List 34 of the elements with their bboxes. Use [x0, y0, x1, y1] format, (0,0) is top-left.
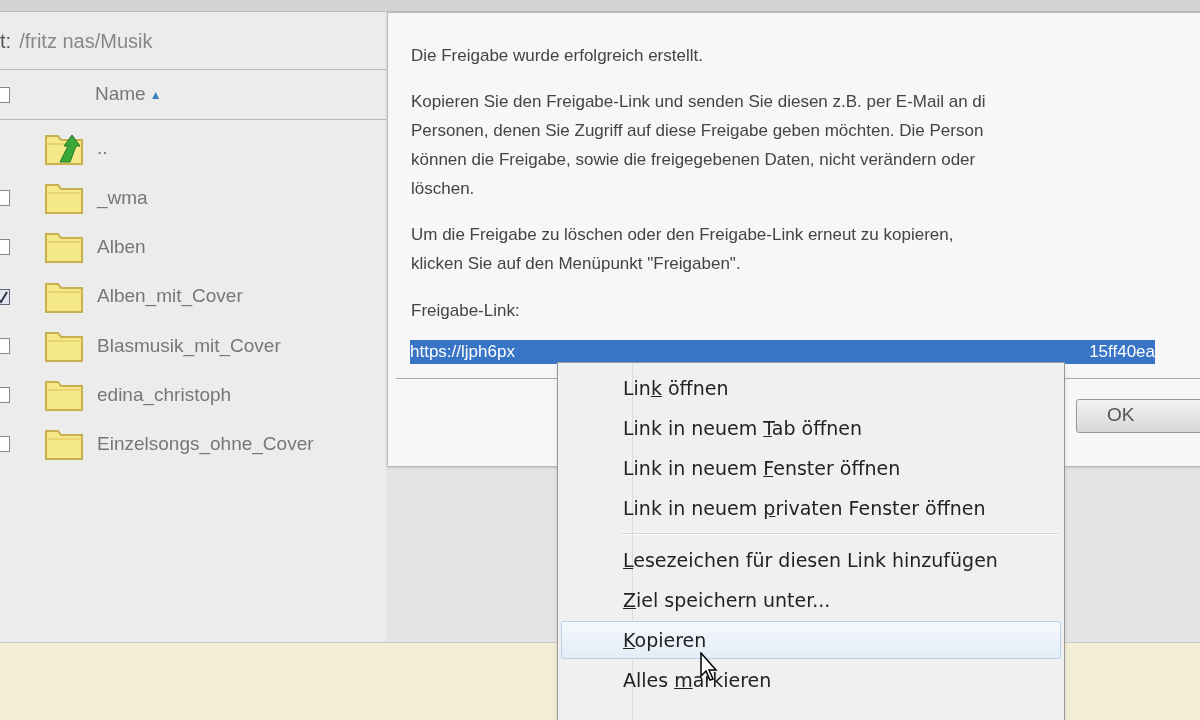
checkbox[interactable] — [0, 387, 10, 404]
path-label: t: — [0, 28, 12, 54]
link-label: Freigabe-Link: — [410, 300, 521, 322]
message-text: Kopieren Sie den Freigabe-Link und senden Sie diesen z.B. per E-Mail an di Personen, denen Sie Zugriff auf diese Freigabe geben möchten. Die Person können die Freigabe, sowie die freigegebenen Daten, nicht verändern oder löschen. — [411, 91, 986, 200]
menu-item[interactable]: Lesezeichen für diesen Link hinzufügen — [561, 541, 1061, 579]
column-header[interactable]: Name — [95, 80, 146, 109]
menu-item[interactable]: Link in neuem Fenster öffnen — [561, 449, 1061, 487]
menu-item[interactable]: Ziel speichern unter... — [561, 581, 1061, 619]
menu-item[interactable]: Kopieren — [561, 621, 1061, 659]
checkbox[interactable] — [0, 189, 10, 206]
file-name[interactable]: Blasmusik_mit_Cover — [97, 331, 281, 361]
menu-item[interactable]: Link in neuem privaten Fenster öffnen — [561, 489, 1061, 527]
folder-icon — [44, 427, 84, 462]
file-name[interactable]: .. — [97, 134, 108, 163]
menu-item[interactable]: Link öffnen — [561, 369, 1061, 407]
checkbox[interactable] — [0, 239, 10, 256]
file-name[interactable]: edina_christoph — [97, 380, 232, 410]
folder-icon — [44, 230, 84, 265]
file-name[interactable]: Alben — [97, 233, 146, 262]
share-link[interactable]: https://ljph6px 15ff40ea — [410, 339, 1155, 364]
ok-button[interactable]: OK — [1076, 398, 1200, 433]
checkbox[interactable] — [0, 337, 10, 354]
file-name[interactable]: Alben_mit_Cover — [97, 282, 243, 311]
message-text: Die Freigabe wurde erfolgreich erstellt. — [411, 45, 703, 67]
message-text: Um die Freigabe zu löschen oder den Freigabe-Link erneut zu kopieren, klicken Sie auf den Menüpunkt "Freigaben". — [411, 224, 954, 275]
path-text: /fritz nas/Musik — [19, 28, 153, 54]
checkbox[interactable] — [0, 436, 10, 453]
menu-item[interactable]: Link in neuem Tab öffnen — [561, 409, 1061, 447]
checkbox[interactable] — [0, 86, 10, 103]
file-name[interactable]: _wma — [97, 183, 148, 213]
sort-indicator[interactable]: ▲ — [149, 85, 162, 104]
file-name[interactable]: Einzelsongs_ohne_Cover — [97, 430, 314, 459]
checkbox[interactable] — [0, 288, 10, 305]
folder-icon — [44, 378, 84, 413]
